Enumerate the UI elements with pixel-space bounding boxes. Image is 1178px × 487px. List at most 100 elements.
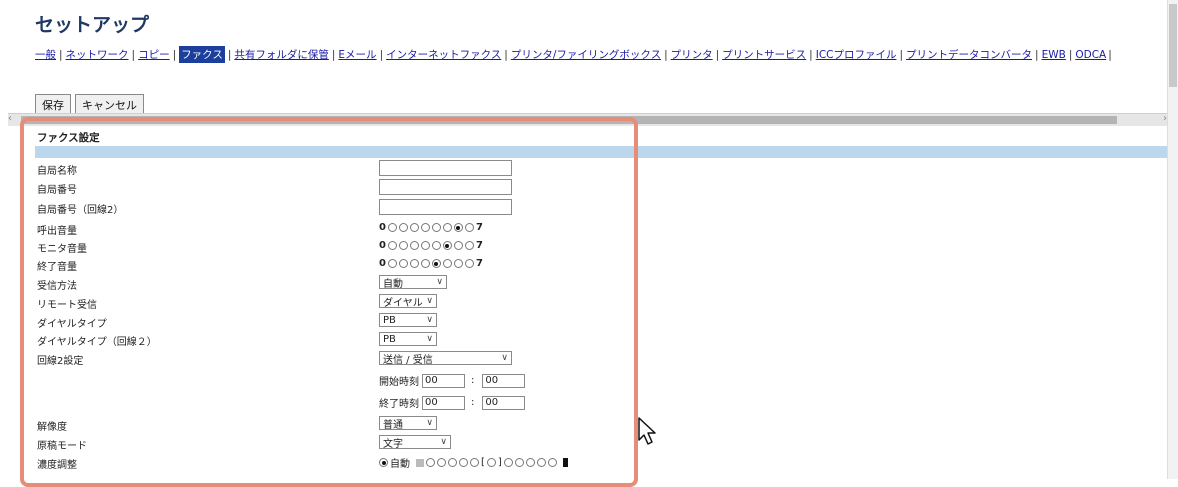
station-number-line2-label: 自局番号（回線2） <box>37 205 124 216</box>
page-title: セットアップ <box>35 14 150 36</box>
chevron-down-icon: ∨ <box>426 315 433 325</box>
start-time-label: 開始時刻 <box>379 377 419 388</box>
density-radio-group: 自動 [ ] <box>379 455 568 470</box>
volume-min-label: 0 <box>379 258 386 269</box>
dark-swatch-icon <box>562 458 568 467</box>
nav-tab-internet-fax[interactable]: インターネットファクス <box>386 47 501 62</box>
monitor-volume-radio-group: 07 <box>379 240 483 251</box>
line2-setting-select[interactable]: 送信 / 受信 ∨ <box>379 351 512 366</box>
horizontal-scrollbar[interactable]: ‹ › <box>8 113 1173 126</box>
density-radio[interactable] <box>470 458 479 467</box>
nav-tab-copy[interactable]: コピー <box>138 47 170 62</box>
volume-min-label: 0 <box>379 222 386 233</box>
vertical-scroll-thumb[interactable] <box>1169 4 1177 87</box>
vertical-scrollbar[interactable] <box>1167 0 1178 479</box>
resolution-select[interactable]: 普通 ∨ <box>379 416 437 431</box>
volume-radio[interactable] <box>420 259 430 268</box>
end-volume-label: 終了音量 <box>37 262 77 273</box>
start-hour-input[interactable]: 00 <box>422 373 465 388</box>
volume-radio[interactable] <box>464 259 474 268</box>
mouse-pointer-icon <box>638 417 656 445</box>
end-minute-input[interactable]: 00 <box>482 395 526 410</box>
volume-radio[interactable] <box>409 223 419 232</box>
nav-tab-fax[interactable]: ファクス <box>179 46 225 63</box>
density-radio[interactable] <box>459 458 468 467</box>
volume-radio[interactable] <box>431 259 441 268</box>
volume-radio[interactable] <box>398 241 408 250</box>
volume-radio[interactable] <box>409 259 419 268</box>
bracket-left-icon: [ <box>481 457 485 468</box>
volume-radio[interactable] <box>453 259 463 268</box>
nav-tab-shared-folder[interactable]: 共有フォルダに保管 <box>234 47 329 62</box>
volume-radio[interactable] <box>398 223 408 232</box>
chevron-down-icon: ∨ <box>426 334 433 344</box>
volume-radio[interactable] <box>398 259 408 268</box>
remote-receive-label: リモート受信 <box>37 300 97 311</box>
light-swatch-icon <box>416 458 424 467</box>
section-title: ファクス設定 <box>37 132 100 144</box>
density-radio-center[interactable] <box>486 458 496 467</box>
density-radio[interactable] <box>503 458 513 467</box>
density-radio[interactable] <box>514 458 524 467</box>
station-number-input[interactable] <box>379 179 512 195</box>
start-minute-input[interactable]: 00 <box>482 373 526 388</box>
nav-tab-printer[interactable]: プリンタ <box>671 47 713 62</box>
volume-radio[interactable] <box>464 223 474 232</box>
remote-receive-select[interactable]: ダイヤル ∨ <box>379 294 437 309</box>
volume-radio[interactable] <box>453 223 463 232</box>
density-auto-label: 自動 <box>390 459 410 470</box>
volume-max-label: 7 <box>475 258 483 269</box>
station-number-label: 自局番号 <box>37 185 77 196</box>
end-hour-input[interactable]: 00 <box>422 395 465 410</box>
horizontal-scroll-thumb[interactable] <box>21 116 1117 124</box>
volume-radio[interactable] <box>442 241 452 250</box>
density-auto-radio[interactable] <box>379 458 388 467</box>
nav-tab-email[interactable]: Eメール <box>338 47 376 62</box>
nav-tab-odca[interactable]: ODCA <box>1075 49 1106 61</box>
dial-type-select[interactable]: PB ∨ <box>379 313 437 327</box>
volume-min-label: 0 <box>379 240 386 251</box>
nav-tab-general[interactable]: 一般 <box>35 47 56 62</box>
density-radio[interactable] <box>448 458 457 467</box>
volume-max-label: 7 <box>475 222 483 233</box>
volume-radio[interactable] <box>420 223 430 232</box>
end-time-label: 終了時刻 <box>379 399 419 410</box>
station-name-input[interactable] <box>379 160 512 176</box>
density-label: 濃度調整 <box>37 460 77 471</box>
section-header-band <box>35 146 1178 158</box>
volume-radio[interactable] <box>431 223 441 232</box>
nav-tab-icc-profile[interactable]: ICCプロファイル <box>816 47 897 62</box>
volume-radio[interactable] <box>387 223 397 232</box>
resolution-label: 解像度 <box>37 422 67 433</box>
density-radio[interactable] <box>426 458 435 467</box>
volume-radio[interactable] <box>420 241 430 250</box>
time-colon: : <box>471 397 475 408</box>
chevron-down-icon: ∨ <box>436 277 443 287</box>
volume-radio[interactable] <box>464 241 474 250</box>
nav-tab-printer-filing-box[interactable]: プリンタ/ファイリングボックス <box>511 47 661 62</box>
receive-mode-select[interactable]: 自動 ∨ <box>379 275 447 290</box>
end-volume-radio-group: 07 <box>379 258 483 269</box>
nav-tab-print-data-converter[interactable]: プリントデータコンバータ <box>906 47 1032 62</box>
volume-radio[interactable] <box>442 223 452 232</box>
density-radio[interactable] <box>437 458 446 467</box>
original-mode-select[interactable]: 文字 ∨ <box>379 435 451 450</box>
volume-max-label: 7 <box>475 240 483 251</box>
volume-radio[interactable] <box>409 241 419 250</box>
station-number-line2-input[interactable] <box>379 199 512 215</box>
density-radio[interactable] <box>547 458 557 467</box>
ring-volume-label: 呼出音量 <box>37 226 77 237</box>
dial-type-line2-select[interactable]: PB ∨ <box>379 332 437 346</box>
nav-tab-network[interactable]: ネットワーク <box>66 47 129 62</box>
density-radio[interactable] <box>525 458 535 467</box>
volume-radio[interactable] <box>431 241 441 250</box>
volume-radio[interactable] <box>442 259 452 268</box>
nav-tab-ewb[interactable]: EWB <box>1042 49 1066 61</box>
time-colon: : <box>471 375 475 386</box>
volume-radio[interactable] <box>387 241 397 250</box>
scroll-left-icon[interactable]: ‹ <box>8 113 12 124</box>
density-radio[interactable] <box>536 458 546 467</box>
volume-radio[interactable] <box>387 259 397 268</box>
volume-radio[interactable] <box>453 241 463 250</box>
nav-tab-print-service[interactable]: プリントサービス <box>722 47 806 62</box>
